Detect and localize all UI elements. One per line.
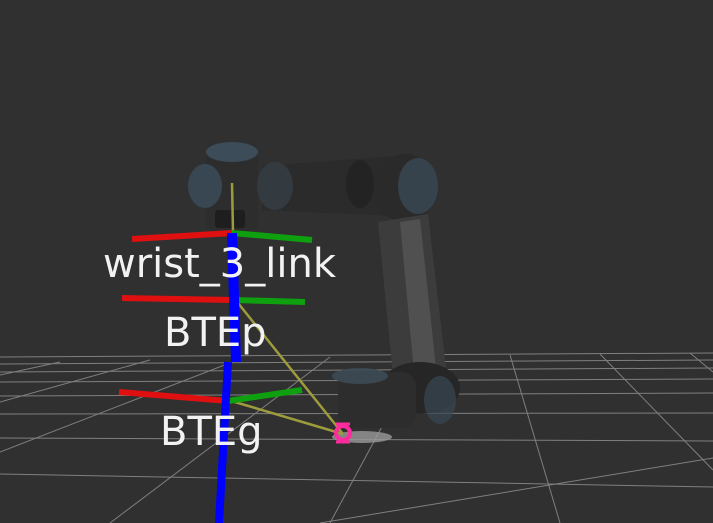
frame-btep-axes[interactable] [121, 295, 306, 305]
wrist-x-axis [131, 230, 233, 242]
base-cap [332, 368, 388, 384]
frame-label-btep: BTEp [164, 310, 267, 356]
frame-label-bteg: BTEg [160, 409, 263, 455]
bteg-y-axis [227, 387, 303, 404]
btep-x-axis [121, 295, 235, 303]
frame-wrist-3-link-axes[interactable] [131, 230, 313, 243]
elbow-cap [398, 158, 438, 214]
wrist-cap-top [206, 142, 258, 162]
wrist-y-axis [231, 230, 313, 243]
btep-y-axis [233, 297, 306, 305]
wrist-side-joint [188, 164, 222, 208]
frame-label-wrist-3-link: wrist_3_link [103, 241, 336, 287]
rviz-3d-viewport[interactable]: wrist_3_link BTEp BTEg [0, 0, 713, 523]
